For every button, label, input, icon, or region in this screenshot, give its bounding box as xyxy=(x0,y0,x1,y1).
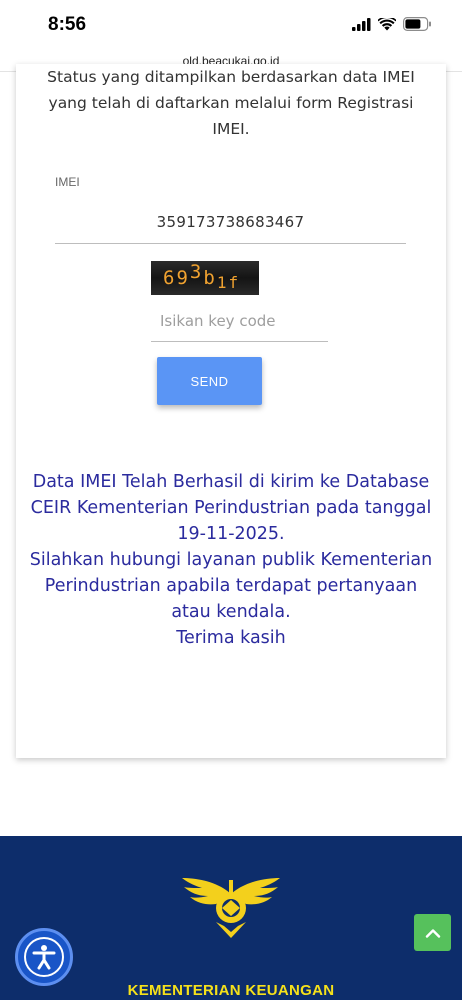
result-line-3: Terima kasih xyxy=(176,628,286,648)
captcha-text: 693b1f xyxy=(163,261,241,292)
chevron-up-icon xyxy=(425,928,440,938)
captcha-char: 3 xyxy=(189,261,204,283)
footer-title: KEMENTERIAN KEUANGAN xyxy=(127,982,335,999)
captcha-char: 9 xyxy=(176,267,190,289)
page-content: Status yang ditampilkan berdasarkan data… xyxy=(0,64,462,1000)
keycode-input[interactable] xyxy=(151,300,328,342)
accessibility-ring xyxy=(24,937,64,977)
captcha-char: b xyxy=(203,267,217,289)
footer: KEMENTERIAN KEUANGAN xyxy=(0,836,462,1000)
status-icons xyxy=(352,17,432,31)
accessibility-icon xyxy=(32,945,56,970)
status-time: 8:56 xyxy=(48,14,87,35)
status-bar: 8:56 xyxy=(0,0,462,50)
result-message: Data IMEI Telah Berhasil di kirim ke Dat… xyxy=(28,469,434,651)
battery-icon xyxy=(403,17,431,31)
captcha-char: 1 xyxy=(216,273,229,292)
signal-icon xyxy=(352,17,371,31)
result-line-1: Data IMEI Telah Berhasil di kirim ke Dat… xyxy=(30,472,432,544)
imei-status-card: Status yang ditampilkan berdasarkan data… xyxy=(16,64,446,758)
send-button[interactable]: SEND xyxy=(157,357,262,405)
scroll-to-top-button[interactable] xyxy=(414,914,451,951)
wifi-icon xyxy=(378,17,396,30)
intro-text: Status yang ditampilkan berdasarkan data… xyxy=(47,68,415,138)
captcha-char: f xyxy=(228,273,241,292)
result-line-2: Silahkan hubungi layanan publik Kementer… xyxy=(29,550,433,622)
imei-input[interactable] xyxy=(55,200,406,244)
customs-emblem-icon xyxy=(182,878,280,938)
captcha-image: 693b1f xyxy=(151,261,259,295)
captcha-char: 6 xyxy=(163,267,177,289)
imei-label: IMEI xyxy=(55,175,80,189)
accessibility-button[interactable] xyxy=(15,928,73,986)
